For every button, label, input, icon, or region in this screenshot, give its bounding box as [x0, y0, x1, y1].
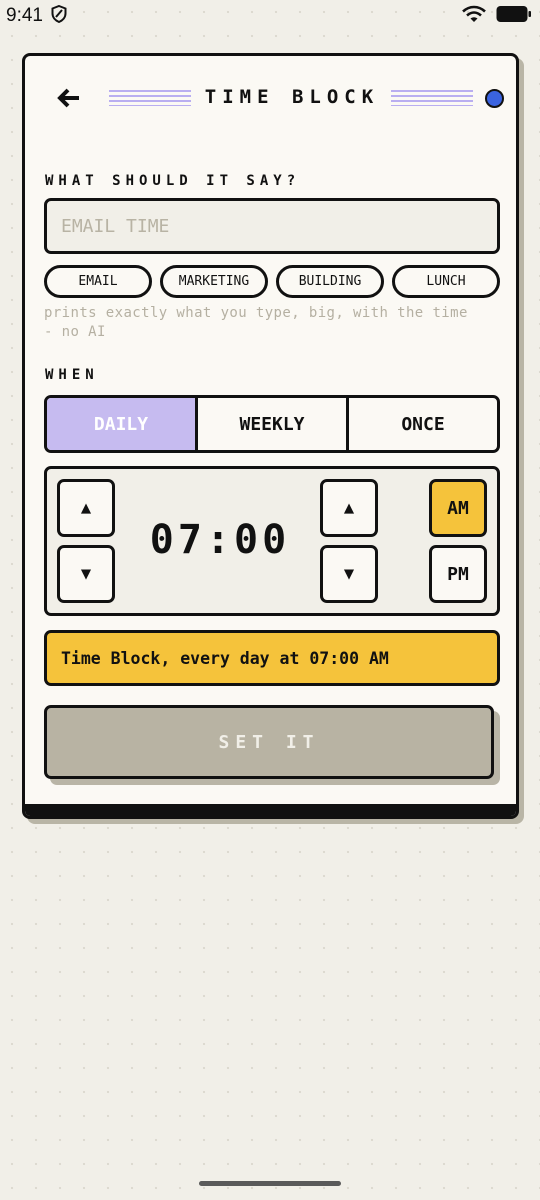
status-right — [462, 5, 532, 27]
chip-marketing[interactable]: MARKETING — [160, 265, 268, 298]
hour-down-button[interactable]: ▼ — [57, 545, 115, 603]
time-separator: : — [205, 517, 235, 563]
card-footer-bar — [25, 804, 516, 816]
frequency-weekly[interactable]: WEEKLY — [195, 398, 346, 450]
triangle-up-icon: ▲ — [343, 498, 355, 518]
frequency-daily[interactable]: DAILY — [47, 398, 195, 450]
input-hint: prints exactly what you type, big, with … — [44, 305, 468, 340]
minute-up-button[interactable]: ▲ — [320, 479, 378, 537]
hour-up-button[interactable]: ▲ — [57, 479, 115, 537]
frequency-once[interactable]: ONCE — [346, 398, 497, 450]
page-title: TIME BLOCK — [204, 86, 380, 108]
pm-button[interactable]: PM — [429, 545, 487, 603]
decorative-lines-right — [391, 90, 473, 106]
time-block-card: TIME BLOCK WHAT SHOULD IT SAY? EMAIL MAR… — [22, 53, 519, 819]
chip-building[interactable]: BUILDING — [276, 265, 384, 298]
back-button[interactable] — [55, 86, 83, 114]
suggestion-chips: EMAIL MARKETING BUILDING LUNCH — [44, 265, 500, 299]
arrow-left-icon — [57, 88, 81, 112]
frequency-selector: DAILY WEEKLY ONCE — [44, 395, 500, 453]
header: TIME BLOCK — [25, 84, 516, 114]
time-picker: ▲ ▼ 07:00 ▲ ▼ AM PM — [44, 466, 500, 616]
triangle-up-icon: ▲ — [80, 498, 92, 518]
decorative-lines-left — [109, 90, 191, 106]
status-left: 9:41 — [6, 4, 67, 27]
status-time: 9:41 — [6, 5, 43, 26]
wifi-icon — [462, 5, 486, 27]
minute-value: 00 — [234, 517, 291, 563]
am-button[interactable]: AM — [429, 479, 487, 537]
triangle-down-icon: ▼ — [80, 564, 92, 584]
schedule-summary: Time Block, every day at 07:00 AM — [44, 630, 500, 686]
minute-down-button[interactable]: ▼ — [320, 545, 378, 603]
when-label: WHEN — [45, 367, 99, 383]
triangle-down-icon: ▼ — [343, 564, 355, 584]
chip-lunch[interactable]: LUNCH — [392, 265, 500, 298]
message-label: WHAT SHOULD IT SAY? — [45, 173, 301, 189]
home-indicator[interactable] — [199, 1181, 341, 1186]
hour-value: 07 — [149, 517, 206, 563]
time-display: 07:00 — [127, 517, 313, 563]
status-dot — [485, 89, 504, 108]
shield-icon — [51, 4, 67, 27]
battery-icon — [496, 5, 532, 27]
status-bar: 9:41 — [0, 0, 540, 32]
message-input[interactable] — [44, 198, 500, 254]
chip-email[interactable]: EMAIL — [44, 265, 152, 298]
set-it-button[interactable]: SET IT — [44, 705, 494, 779]
